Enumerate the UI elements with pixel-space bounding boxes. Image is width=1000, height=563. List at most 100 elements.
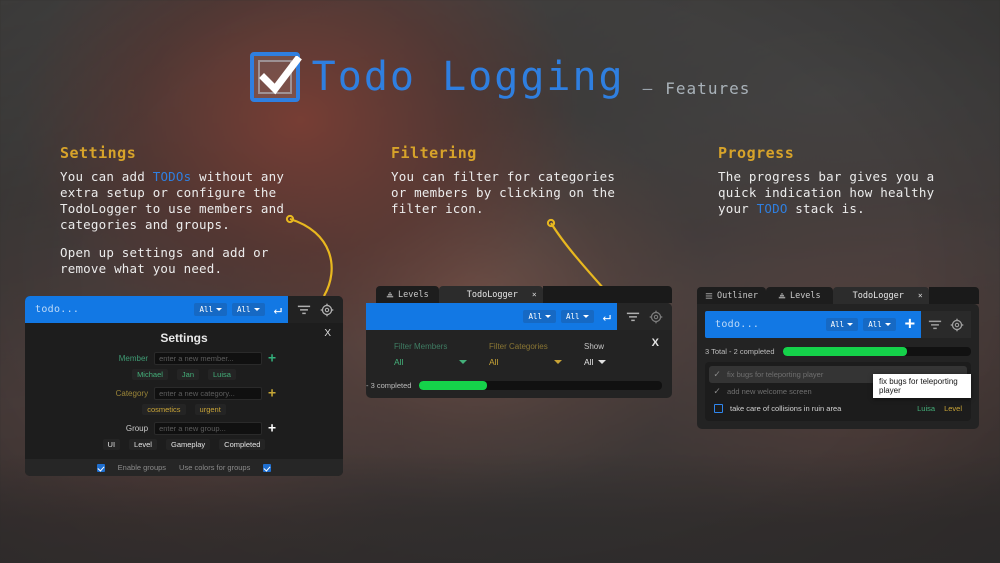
chevron-down-icon: [545, 315, 552, 318]
progress-bar-row: 3 Total - 2 completed: [705, 347, 971, 356]
category-label: Category: [115, 389, 149, 398]
close-icon[interactable]: ×: [532, 290, 537, 299]
feature-settings-paragraph-2: Open up settings and add or remove what …: [60, 245, 269, 276]
settings-row-category: Category enter a new category... +: [25, 387, 343, 400]
show-dropdown[interactable]: All: [584, 357, 618, 367]
title-separator: –: [642, 79, 654, 98]
todo-list-item[interactable]: take care of collisions in ruin area Lui…: [709, 400, 967, 417]
group-label: Group: [125, 424, 149, 433]
filtering-toolbar: [617, 303, 672, 330]
group-chip[interactable]: Completed: [219, 439, 266, 450]
settings-close-button[interactable]: X: [324, 328, 331, 339]
member-chip[interactable]: Michael: [132, 369, 168, 380]
chevron-down-icon: [582, 315, 589, 318]
progress-bar-fill: [782, 347, 907, 356]
progress-todo-input[interactable]: todo...: [715, 319, 821, 330]
gear-icon[interactable]: [320, 303, 334, 317]
todo-highlight: TODO: [756, 201, 788, 216]
feature-filtering: Filtering You can filter for categories …: [391, 144, 626, 217]
chevron-down-icon: [216, 308, 223, 311]
chevron-down-icon: [598, 360, 607, 364]
plus-icon[interactable]: +: [905, 316, 915, 333]
group-chip[interactable]: Level: [129, 439, 157, 450]
category-chip[interactable]: cosmetics: [142, 404, 186, 415]
feature-settings: Settings You can add TODOs without any e…: [60, 144, 310, 277]
filtering-progress-bar: [419, 381, 662, 390]
page-title: Todo Logging: [311, 54, 625, 100]
chevron-down-icon: [847, 323, 854, 326]
filter-categories-column: Filter Categories All: [489, 342, 562, 367]
filter-categories-dropdown[interactable]: All: [489, 357, 562, 367]
chevron-down-icon: [884, 323, 891, 326]
member-chip[interactable]: Jan: [176, 369, 199, 380]
progress-summary-text: 3 Total - 2 completed: [705, 347, 775, 356]
settings-footer: Enable groups Use colors for groups: [25, 459, 343, 476]
filter-columns: Filter Members All Filter Categories All…: [366, 342, 672, 367]
close-icon[interactable]: ×: [918, 291, 923, 300]
group-input[interactable]: enter a new group...: [154, 422, 263, 435]
use-colors-label: Use colors for groups: [179, 463, 251, 472]
tab-todologger-label: TodoLogger: [466, 289, 518, 300]
feature-progress: Progress The progress bar gives you a qu…: [718, 144, 958, 217]
member-chip[interactable]: Luisa: [208, 369, 236, 380]
enable-groups-checkbox[interactable]: [96, 463, 105, 472]
enter-arrow-icon[interactable]: ↵: [274, 303, 282, 317]
filtering-progress-row: - 3 completed: [366, 381, 672, 398]
filter-icon[interactable]: [928, 318, 942, 332]
settings-category-filter-dropdown[interactable]: All: [232, 303, 265, 316]
filter-categories-label: Filter Categories: [489, 342, 548, 351]
filtering-category-filter-dropdown[interactable]: All: [561, 310, 594, 323]
add-group-button[interactable]: +: [268, 422, 276, 435]
settings-content: Settings X Member enter a new member... …: [25, 323, 343, 476]
checkbox-check-icon: [249, 52, 302, 102]
progress-toolbar: [921, 311, 971, 338]
group-chip[interactable]: UI: [102, 439, 121, 450]
filter-icon[interactable]: [626, 310, 640, 324]
tab-todologger[interactable]: TodoLogger ×: [438, 286, 543, 303]
tab-levels-label: Levels: [789, 290, 821, 301]
member-tag[interactable]: Luisa: [917, 404, 935, 413]
tab-todologger[interactable]: TodoLogger ×: [832, 287, 929, 304]
filter-members-label: Filter Members: [394, 342, 448, 351]
todo-list: ✓ fix bugs for teleporting player ✓ add …: [705, 362, 971, 421]
enter-arrow-icon[interactable]: ↵: [603, 310, 611, 324]
category-chip-list: cosmetics urgent: [25, 404, 343, 415]
category-input[interactable]: enter a new category...: [154, 387, 263, 400]
check-icon[interactable]: ✓: [714, 369, 720, 380]
levels-icon: [778, 292, 786, 298]
use-colors-checkbox[interactable]: [263, 463, 272, 472]
enable-groups-label: Enable groups: [117, 463, 167, 472]
tab-outliner-label: Outliner: [717, 290, 758, 301]
settings-add-todo-bar: todo... All All ↵: [25, 296, 288, 323]
progress-panel: Outliner Levels TodoLogger × todo... All…: [697, 287, 979, 429]
gear-icon[interactable]: [649, 310, 663, 324]
filtering-member-filter-dropdown[interactable]: All: [523, 310, 557, 323]
show-label: Show: [584, 342, 605, 351]
tab-levels[interactable]: Levels: [765, 287, 833, 304]
settings-member-filter-dropdown[interactable]: All: [194, 303, 228, 316]
tab-outliner[interactable]: Outliner: [697, 287, 766, 304]
category-chip[interactable]: urgent: [194, 404, 226, 415]
gear-icon[interactable]: [950, 318, 964, 332]
group-chip[interactable]: Gameplay: [165, 439, 211, 450]
todos-highlight: TODOs: [152, 169, 192, 184]
member-input[interactable]: enter a new member...: [154, 352, 263, 365]
add-category-button[interactable]: +: [268, 387, 276, 400]
settings-todo-input[interactable]: todo...: [35, 304, 189, 315]
settings-row-group: Group enter a new group... +: [25, 422, 343, 435]
filter-icon[interactable]: [297, 303, 311, 317]
filter-members-column: Filter Members All: [394, 342, 467, 367]
settings-title: Settings: [160, 331, 208, 345]
filtering-panel: Levels TodoLogger × All All ↵ X Filter M…: [366, 286, 672, 398]
progress-category-filter-dropdown[interactable]: All: [863, 318, 896, 331]
checkbox-empty-icon[interactable]: [714, 404, 723, 413]
add-member-button[interactable]: +: [268, 352, 276, 365]
settings-panel: todo... All All ↵ Settings X Member ente…: [25, 296, 343, 476]
filter-members-dropdown[interactable]: All: [394, 357, 467, 367]
progress-member-filter-dropdown[interactable]: All: [825, 318, 859, 331]
check-icon[interactable]: ✓: [714, 386, 720, 397]
tab-levels[interactable]: Levels: [376, 286, 439, 303]
group-tag[interactable]: Level: [944, 404, 962, 413]
filtering-tabbar: Levels TodoLogger ×: [366, 286, 672, 303]
filter-close-button[interactable]: X: [652, 337, 659, 349]
